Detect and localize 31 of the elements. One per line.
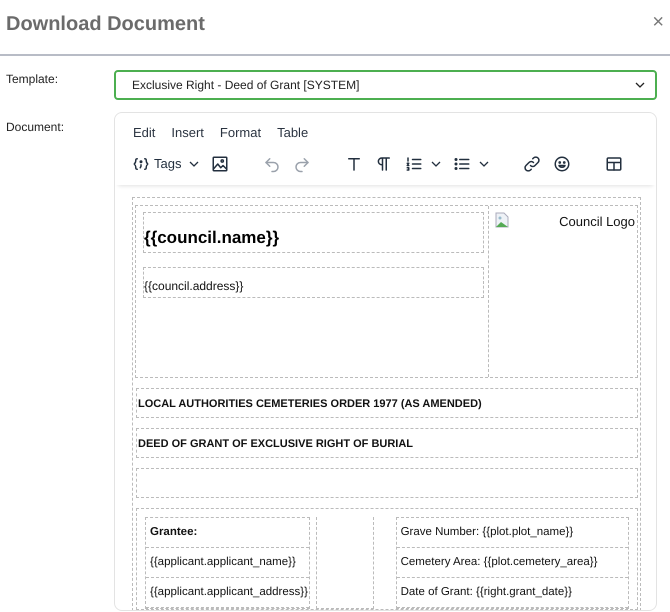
caret-icon: [189, 158, 200, 168]
close-button[interactable]: ×: [652, 12, 664, 32]
menu-item[interactable]: Insert: [163, 123, 212, 142]
document-heading: LOCAL AUTHORITIES CEMETERIES ORDER 1977 (AS AMENDED): [136, 388, 638, 418]
field-label: Document:: [5, 119, 66, 136]
table-cell: {{applicant.applicant_address}}: [146, 578, 310, 608]
menu-item[interactable]: Table: [269, 123, 316, 142]
council-name: {{council.name}}: [143, 212, 484, 253]
chevron-down-icon: [635, 80, 645, 90]
table-cell: Date of Grant: {{right.grant_date}}: [396, 578, 628, 608]
table-cell: {{applicant.applicant_name}}: [146, 548, 310, 578]
image-icon: [211, 154, 230, 172]
caret-icon: [431, 158, 442, 168]
broken-image-icon: [495, 212, 509, 228]
table-cell: Cemetery Area: {{plot.cemetery_area}}: [396, 548, 628, 578]
logo-alt-text: Council Logo: [559, 212, 635, 231]
table-cell: Grave Number: {{plot.plot_name}}: [396, 518, 628, 548]
template-select[interactable]: Exclusive Right - Deed of Grant [SYSTEM]: [114, 70, 657, 100]
emoji-icon: [553, 154, 572, 172]
table-icon: [605, 154, 624, 172]
caret-icon: [479, 158, 490, 168]
field-label: Template:: [5, 71, 60, 88]
document-heading: DEED OF GRANT OF EXCLUSIVE RIGHT OF BURIAL: [136, 428, 638, 458]
dialog-title: Download Document: [6, 12, 205, 36]
menu-item[interactable]: Edit: [125, 123, 164, 142]
tags-button[interactable]: Tags: [129, 152, 202, 176]
menu-item[interactable]: Format: [212, 123, 270, 142]
link-icon: [523, 154, 542, 172]
table-cell: Grantee:: [146, 518, 310, 548]
council-address: {{council.address}}: [143, 267, 484, 298]
numbered-list-icon: [405, 154, 424, 172]
